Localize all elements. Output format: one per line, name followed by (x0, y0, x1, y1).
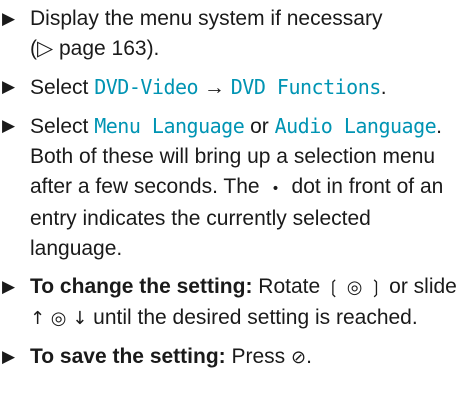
bullet-arrow-icon: ▶ (2, 116, 16, 135)
step-text: Display the menu system if necessary (30, 7, 383, 30)
step-select-dvd: ▶ Select DVD-Video → DVD Functions. (0, 72, 463, 103)
menu-item-menu-language: Menu Language (94, 114, 245, 138)
step-select-language: ▶ Select Menu Language or Audio Language… (0, 111, 463, 142)
step-heading: To change the setting: (30, 275, 253, 298)
bullet-arrow-icon: ▶ (2, 277, 16, 296)
menu-item-dvd-functions: DVD Functions (230, 75, 382, 99)
instruction-list: ▶ Display the menu system if necessary (… (0, 0, 463, 373)
press-controller-icon: ⊘ (291, 347, 307, 368)
step-prefix: Select (30, 76, 95, 99)
bullet-arrow-icon: ▶ (2, 77, 16, 96)
step-save-setting: ▶ To save the setting: Press ⊘. (0, 342, 463, 373)
page-reference: (▷ page 163). (30, 37, 160, 60)
menu-arrow: → (198, 76, 231, 99)
step-display-menu: ▶ Display the menu system if necessary (… (0, 4, 463, 64)
menu-item-audio-language: Audio Language (274, 114, 437, 138)
bullet-arrow-icon: ▶ (2, 9, 16, 28)
step-change-setting: ▶ To change the setting: Rotate ❲ ◎ ❳ or… (0, 272, 463, 334)
rotate-controller-icon: ❲ ◎ ❳ (326, 277, 384, 298)
menu-item-dvd-video: DVD-Video (94, 75, 199, 99)
selected-dot-icon: • (271, 181, 280, 197)
bullet-arrow-icon: ▶ (2, 347, 16, 366)
step-heading: To save the setting: (30, 345, 226, 368)
selection-note: Both of these will bring up a selection … (30, 145, 444, 260)
slide-controller-icon: ↑ ◎ ↓ (30, 308, 88, 329)
